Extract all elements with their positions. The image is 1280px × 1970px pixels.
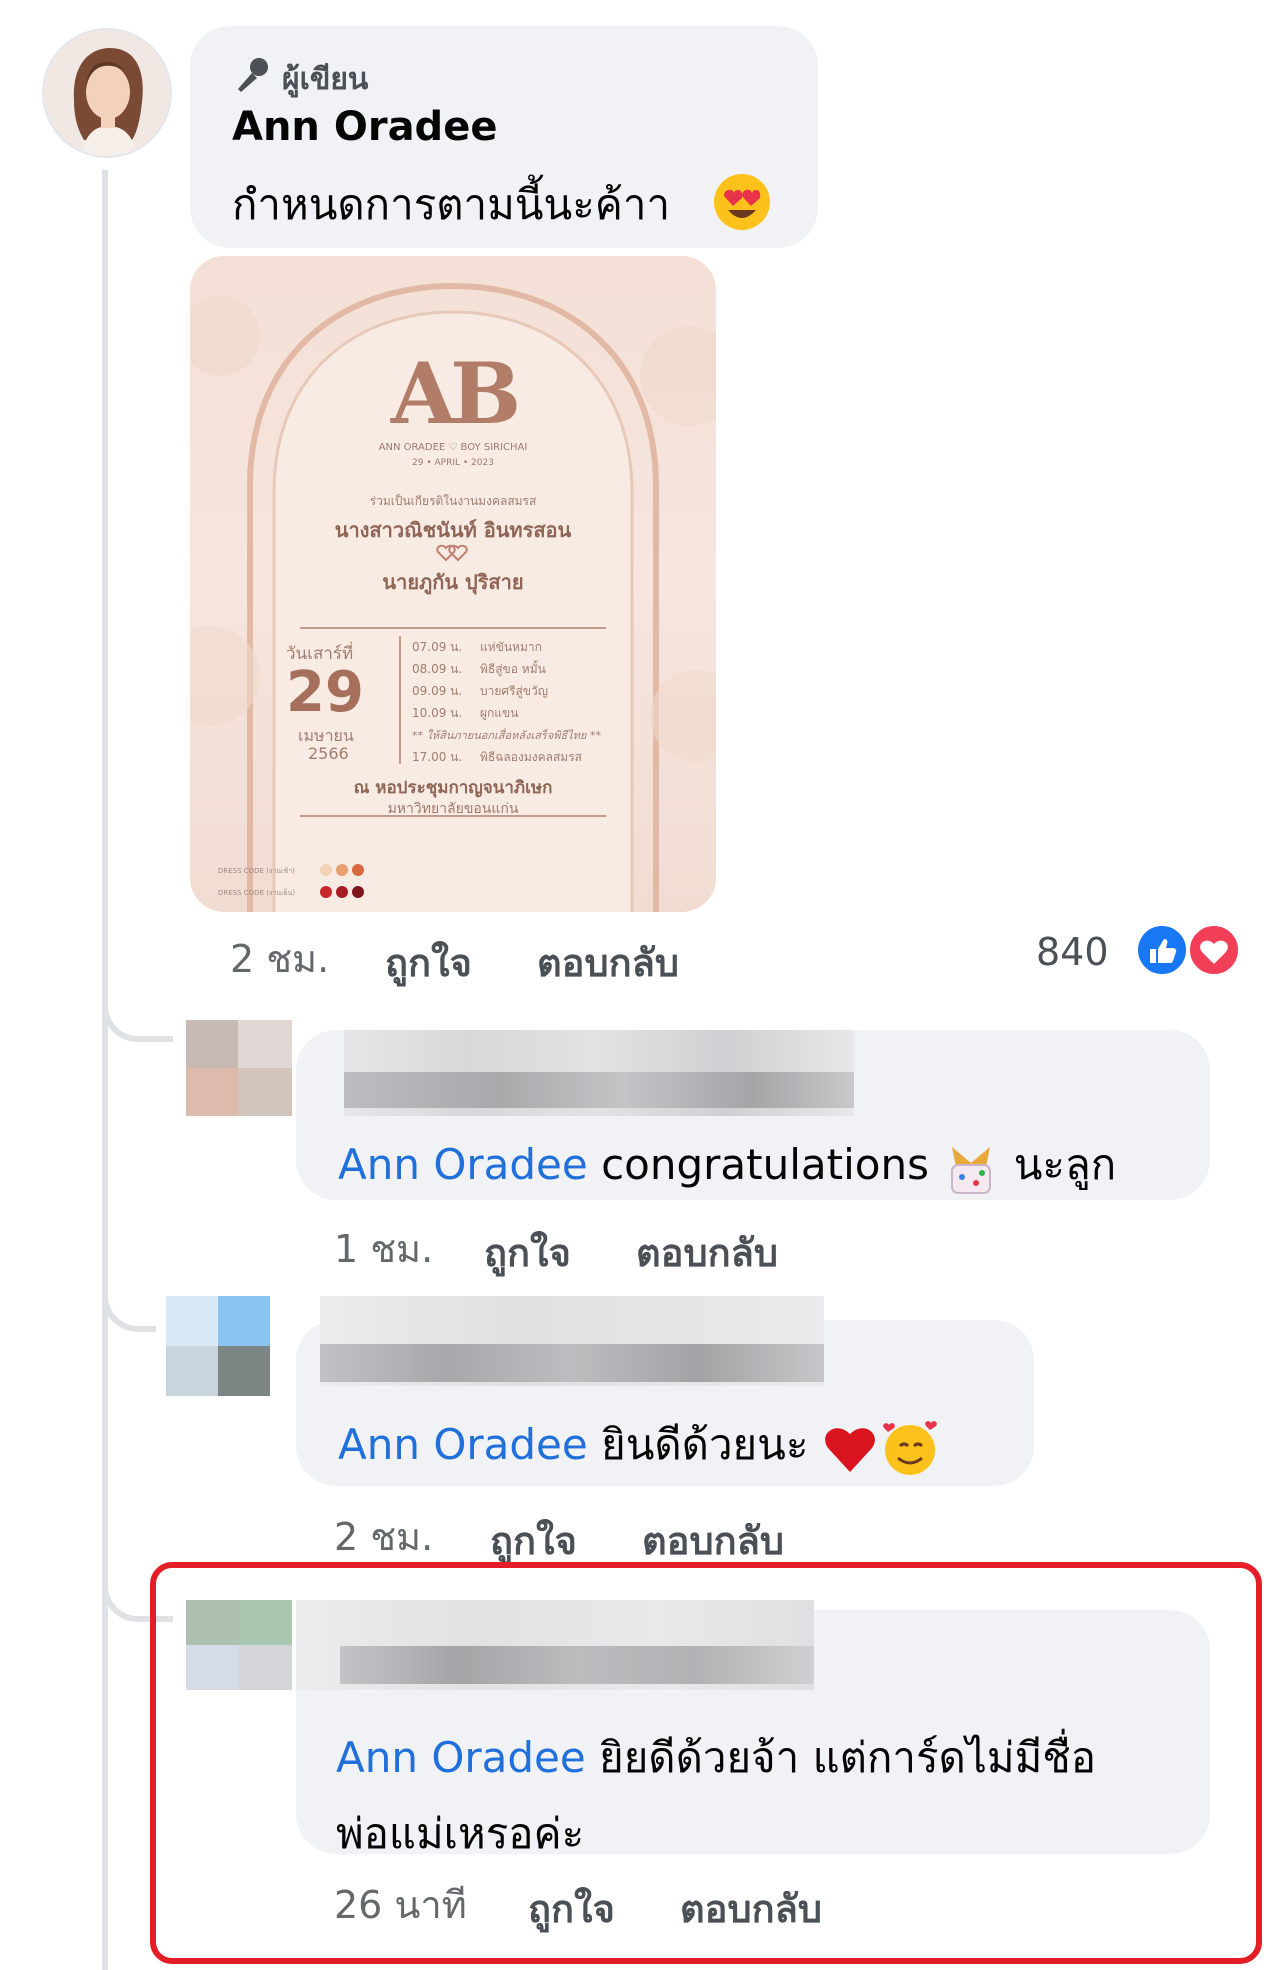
comment-time[interactable]: 2 ชม. [230, 928, 329, 989]
schedule-event: บายศรีสู่ขวัญ [480, 684, 548, 698]
schedule-event: แห่ขันหมาก [480, 640, 542, 654]
author-avatar[interactable] [42, 28, 172, 158]
party-popper-emoji-icon [951, 1146, 992, 1194]
card-date-small: 29 • APRIL • 2023 [412, 458, 494, 468]
reply-2-actions: 2 ชม. ถูกใจ ตอบกลับ [0, 1506, 1280, 1563]
card-groom-name: นายภูกัน ปุริสาย [382, 570, 524, 594]
schedule-row: ** ให้สินภายนอกเสื่อหลังเสร็จพิธีไทย ** [412, 726, 632, 748]
schedule-time: 17.00 น. [412, 750, 463, 764]
like-button[interactable]: ถูกใจ [484, 1222, 571, 1283]
thread-branch [102, 1270, 156, 1332]
comment-time[interactable]: 1 ชม. [334, 1218, 433, 1279]
reply-avatar-blurred[interactable] [166, 1296, 270, 1396]
card-dress-code-1: DRESS CODE (งานเช้า) [218, 867, 295, 875]
highlight-box [150, 1562, 1262, 1964]
schedule-note: ** ให้สินภายนอกเสื่อหลังเสร็จพิธีไทย ** [412, 729, 601, 742]
mention-link[interactable]: Ann Oradee [338, 1140, 588, 1189]
dress-code-dots [320, 864, 364, 898]
reply-button[interactable]: ตอบกลับ [636, 1222, 778, 1283]
redacted-name-blur [344, 1030, 854, 1116]
card-dress-code-2: DRESS CODE (งานเย็น) [218, 889, 296, 897]
schedule-row: 17.00 น. พิธีฉลองมงคลสมรส [412, 748, 632, 770]
reply-text-2: Ann Oradee ยินดีด้วยนะ [338, 1412, 938, 1478]
microphone-icon [238, 58, 268, 92]
schedule-event: ผูกแขน [480, 706, 519, 720]
schedule-event: พิธีฉลองมงคลสมรส [480, 750, 582, 764]
card-day: 29 [286, 660, 364, 725]
red-heart-and-smiling-hearts-emoji-icon [824, 1420, 937, 1475]
like-button[interactable]: ถูกใจ [385, 932, 472, 993]
thread-line [102, 170, 108, 1970]
reply-avatar-blurred[interactable] [186, 1020, 292, 1116]
schedule-row: 08.09 น. พิธีสู่ขอ หมั้น [412, 660, 632, 682]
card-monogram: AB [390, 344, 521, 443]
card-couple-line: ANN ORADEE ♡ BOY SIRICHAI [378, 442, 528, 453]
double-heart-icon [436, 544, 468, 562]
invitation-card-image[interactable]: AB ANN ORADEE ♡ BOY SIRICHAI 29 • APRIL … [190, 256, 716, 912]
mention-link[interactable]: Ann Oradee [338, 1420, 588, 1469]
avatar-photo [44, 30, 170, 156]
redacted-name-blur [320, 1296, 824, 1386]
schedule-row: 09.09 น. บายศรีสู่ขวัญ [412, 682, 632, 704]
reply-text: congratulations [587, 1140, 929, 1189]
heart-eyes-emoji-icon [714, 174, 770, 230]
schedule-time: 07.09 น. [412, 640, 463, 654]
comment-text: กำหนดการตามนี้นะค้าา [232, 180, 671, 229]
card-venue: ณ หอประชุมกาญจนาภิเษก [353, 778, 553, 798]
card-university: มหาวิทยาลัยขอนแก่น [387, 801, 519, 817]
schedule-time: 10.09 น. [412, 706, 463, 720]
main-comment-bubble: ผู้เขียน Ann Oradee กำหนดการตามนี้นะค้าา [190, 26, 818, 248]
reply-text: ยินดีด้วยนะ [587, 1420, 809, 1469]
schedule-event: พิธีสู่ขอ หมั้น [480, 662, 546, 676]
reactions-summary[interactable] [1132, 922, 1244, 978]
comment-time[interactable]: 2 ชม. [334, 1506, 433, 1567]
author-name[interactable]: Ann Oradee [232, 104, 497, 150]
author-badge: ผู้เขียน [282, 62, 369, 97]
thread-branch [102, 980, 173, 1042]
reply-bubble-2: Ann Oradee ยินดีด้วยนะ [296, 1296, 1034, 1486]
schedule-time: 09.09 น. [412, 684, 463, 698]
schedule-row: 07.09 น. แห่ขันหมาก [412, 638, 632, 660]
card-bride-name: นางสาวณิชนันท์ อินทรสอน [334, 518, 572, 542]
reaction-count[interactable]: 840 [1036, 930, 1109, 974]
schedule-row: 10.09 น. ผูกแขน [412, 704, 632, 726]
card-intro: ร่วมเป็นเกียรติในงานมงคลสมรส [369, 494, 537, 508]
main-comment-actions: 2 ชม. ถูกใจ ตอบกลับ 840 [0, 928, 1280, 985]
reply-text-suffix: นะลูก [1000, 1140, 1117, 1189]
card-year: 2566 [308, 744, 349, 763]
schedule-time: 08.09 น. [412, 662, 463, 676]
reply-1-actions: 1 ชม. ถูกใจ ตอบกลับ [0, 1218, 1280, 1275]
card-schedule: 07.09 น. แห่ขันหมาก 08.09 น. พิธีสู่ขอ หมั… [412, 638, 632, 770]
reply-text-1: Ann Oradee congratulations นะลูก [338, 1132, 1116, 1198]
reply-button[interactable]: ตอบกลับ [537, 932, 679, 993]
reply-bubble-1: Ann Oradee congratulations นะลูก [296, 1030, 1210, 1200]
